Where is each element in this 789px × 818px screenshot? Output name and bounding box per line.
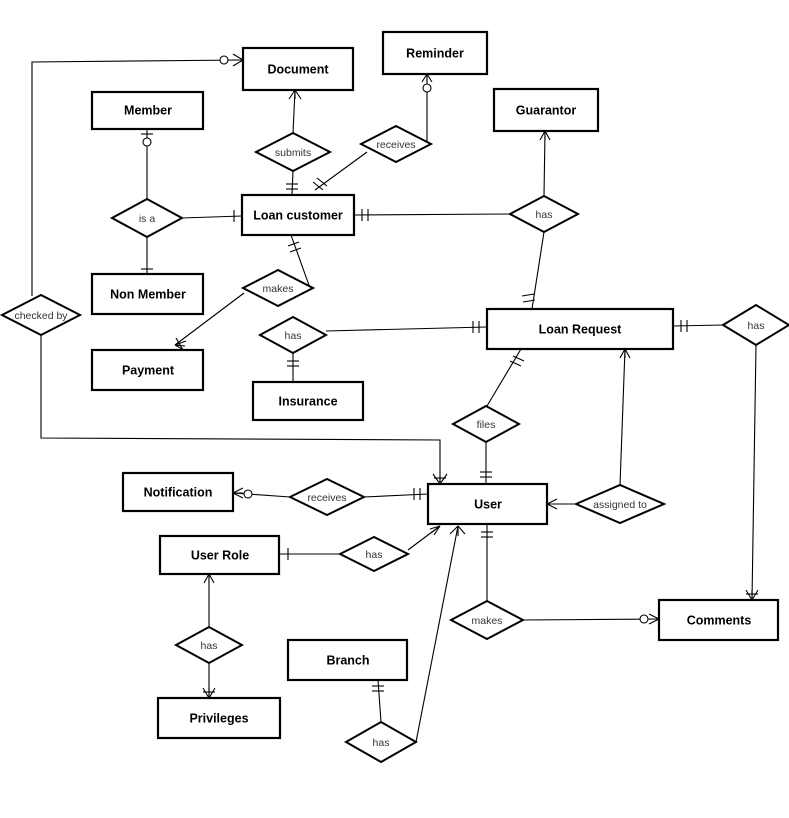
crowfoot-userrole-bottom <box>203 573 215 584</box>
tick-receives-loancustomer-b <box>312 181 324 191</box>
relationship-label: makes <box>472 615 503 627</box>
entity-label: Notification <box>144 485 213 499</box>
crowfoot-privileges-top <box>202 687 216 699</box>
entity-privileges[interactable]: Privileges <box>156 696 282 740</box>
relationship-label: has <box>748 320 765 332</box>
entity-reminder[interactable]: Reminder <box>381 30 489 76</box>
crowfoot-user-right <box>546 498 558 510</box>
crowfoot-guarantor-bottom <box>539 130 551 141</box>
relationship-label: makes <box>263 283 294 295</box>
entity-notification[interactable]: Notification <box>121 471 235 513</box>
entity-label: Guarantor <box>516 103 577 117</box>
entity-payment[interactable]: Payment <box>90 348 205 392</box>
relationship-label: receives <box>307 492 346 504</box>
entity-label: Document <box>267 62 329 76</box>
relationship-assigned-to[interactable]: assigned to <box>573 483 667 525</box>
relationship-has-user-role[interactable]: has <box>337 535 411 573</box>
relationship-has-comments[interactable]: has <box>721 303 789 347</box>
connector-makes-comments <box>522 618 660 621</box>
crowfoot-user-bottom-left <box>429 525 441 536</box>
relationship-label: submits <box>275 147 311 159</box>
connector-receives-user <box>363 493 429 498</box>
relationship-submits[interactable]: submits <box>253 131 333 173</box>
entity-layer: Document Reminder Guarantor Member Loan … <box>90 30 780 740</box>
entity-user-role[interactable]: User Role <box>158 534 281 576</box>
crowfoot-document-bottom <box>288 89 302 100</box>
entity-comments[interactable]: Comments <box>657 598 780 642</box>
er-diagram-canvas: submits receives is a has makes has chec… <box>0 0 789 818</box>
relationship-label: receives <box>376 139 415 151</box>
entity-label: Privileges <box>189 711 248 725</box>
relationship-label: has <box>373 737 390 749</box>
relationship-files[interactable]: files <box>450 404 522 444</box>
crowfoot-notification-right <box>232 487 253 499</box>
entity-loan-request[interactable]: Loan Request <box>485 307 675 351</box>
relationship-has-insurance[interactable]: has <box>257 315 329 355</box>
relationship-is-a[interactable]: is a <box>109 197 185 239</box>
entity-branch[interactable]: Branch <box>286 638 409 682</box>
relationship-label: has <box>285 330 302 342</box>
relationship-makes-payment[interactable]: makes <box>240 268 316 308</box>
relationship-makes-comment[interactable]: makes <box>448 599 526 641</box>
entity-label: Loan customer <box>253 208 343 222</box>
entity-label: Reminder <box>406 46 464 60</box>
entity-guarantor[interactable]: Guarantor <box>492 87 600 133</box>
crowfoot-user-top-left <box>432 473 448 485</box>
entity-non-member[interactable]: Non Member <box>90 272 205 316</box>
relationship-checked-by[interactable]: checked by <box>0 293 83 337</box>
connector-is-a-loan-customer <box>181 215 243 219</box>
relationship-label: checked by <box>14 310 68 322</box>
connector-loan-customer-has-guarantor <box>353 213 511 216</box>
entity-label: Branch <box>326 653 369 667</box>
entity-user[interactable]: User <box>426 482 549 526</box>
entity-insurance[interactable]: Insurance <box>251 380 365 422</box>
connector-has-comments-comments <box>751 344 757 601</box>
entity-document[interactable]: Document <box>241 46 355 92</box>
crowfoot-comments-top <box>745 589 759 601</box>
crowfoot-payment-top <box>174 337 187 351</box>
entity-label: Payment <box>122 363 175 377</box>
connector-has-insurance-loan-request <box>325 326 488 332</box>
entity-member[interactable]: Member <box>90 90 205 131</box>
entity-label: Comments <box>687 613 752 627</box>
connector-notification-receives <box>232 492 291 498</box>
entity-label: User Role <box>191 548 249 562</box>
entity-loan-customer[interactable]: Loan customer <box>240 193 356 237</box>
relationship-label: is a <box>139 213 156 225</box>
entity-label: Non Member <box>110 287 186 301</box>
connector-loan-request-assigned-to <box>619 348 626 486</box>
entity-label: Loan Request <box>539 322 622 336</box>
crowfoot-user-bottom-left2 <box>449 525 466 536</box>
relationship-label: has <box>366 549 383 561</box>
relationship-has-guarantor[interactable]: has <box>507 194 581 234</box>
tick-hasguar-loanreq-a <box>521 293 535 297</box>
crowfoot-comments-left <box>639 613 660 625</box>
relationship-label: has <box>201 640 218 652</box>
ring-member-is-a <box>142 137 152 147</box>
crowfoot-loanreq-assigned <box>619 348 631 359</box>
relationship-receives-reminder[interactable]: receives <box>358 124 434 164</box>
entity-label: Insurance <box>278 394 337 408</box>
relationship-has-privileges[interactable]: has <box>173 625 245 665</box>
connector-receives-loan-customer <box>314 151 368 191</box>
relationship-label: assigned to <box>593 499 647 511</box>
connector-guarantor-has <box>543 130 546 197</box>
connector-has-branch-user <box>415 525 459 743</box>
entity-label: User <box>474 497 502 511</box>
connector-submits-loan-customer <box>291 170 294 196</box>
relationship-label: has <box>536 209 553 221</box>
relationship-label: files <box>477 419 496 431</box>
entity-label: Member <box>124 103 172 117</box>
relationship-has-branch[interactable]: has <box>343 720 419 764</box>
connector-has-guarantor-loan-request <box>531 231 545 310</box>
relationship-receives-notification[interactable]: receives <box>287 477 367 517</box>
